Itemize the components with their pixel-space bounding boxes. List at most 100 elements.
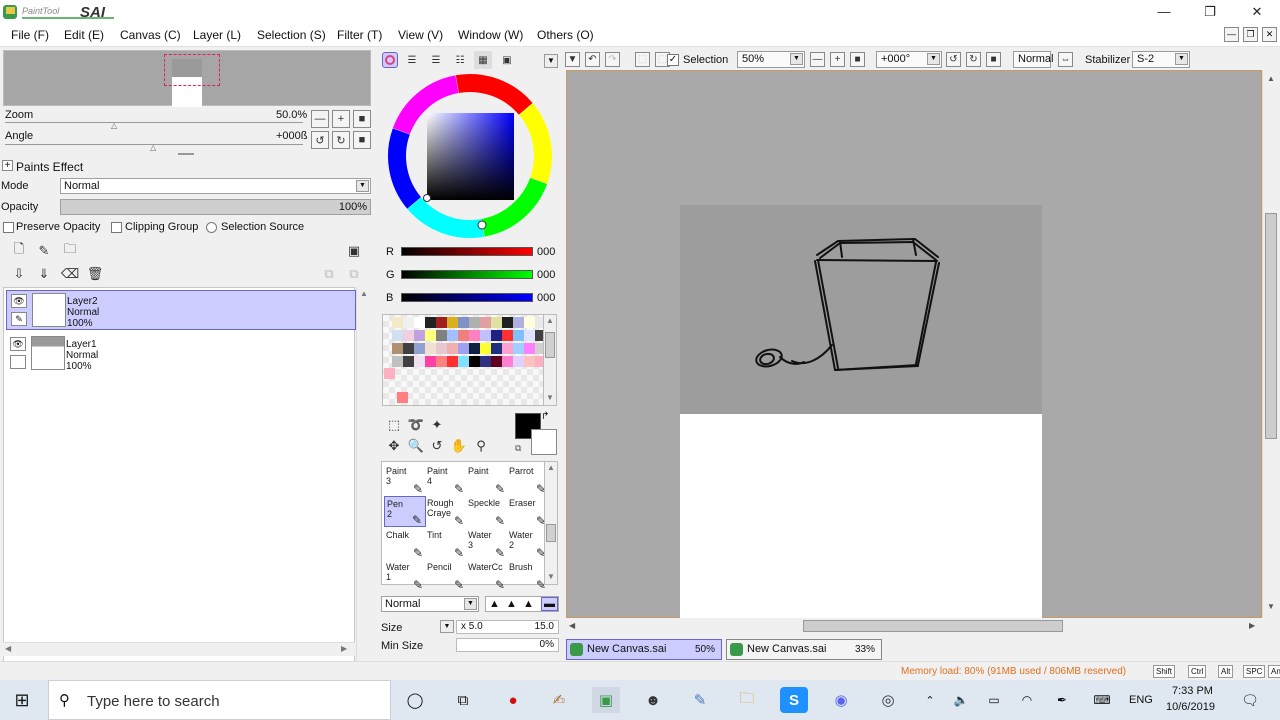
doc-close-button[interactable]: ✕ xyxy=(1262,27,1277,42)
menu-filter[interactable]: Filter (T) xyxy=(337,28,382,42)
color-swatch[interactable] xyxy=(392,317,403,328)
layer-row[interactable]: 👁 ✎ Layer2 Normal 100% xyxy=(6,290,356,330)
wifi-icon[interactable]: ◠ xyxy=(1013,687,1041,713)
rgb-slider-tab[interactable]: ☰ xyxy=(403,51,421,69)
canvas-vscrollbar[interactable]: ▲ ▼ xyxy=(1262,70,1279,618)
tray-expand-icon[interactable]: ⌃ xyxy=(916,687,944,713)
menu-edit[interactable]: Edit (E) xyxy=(64,28,104,42)
lock-slot[interactable] xyxy=(10,355,26,369)
color-swatch[interactable] xyxy=(414,317,425,328)
color-swatch[interactable] xyxy=(447,343,458,354)
color-wheel-tab[interactable] xyxy=(382,52,398,68)
red-slider[interactable] xyxy=(401,247,533,256)
battery-icon[interactable]: ▭ xyxy=(980,687,1008,713)
color-swatch[interactable] xyxy=(491,317,502,328)
rotate-icon[interactable]: ↺ xyxy=(428,437,446,455)
tb-zoom-in[interactable]: + xyxy=(830,52,845,67)
color-swatch[interactable] xyxy=(414,330,425,341)
color-swatch[interactable] xyxy=(425,317,436,328)
swatches-tab[interactable]: ▦ xyxy=(474,51,492,69)
color-swatch[interactable] xyxy=(480,330,491,341)
new-linework-layer-icon[interactable]: ✎ xyxy=(35,242,53,260)
tb-rotate-right[interactable]: ↻ xyxy=(966,52,981,67)
pen-icon[interactable]: ✎ xyxy=(11,312,27,326)
brush-tool[interactable]: Paint 3 ✎ xyxy=(384,464,426,495)
menu-layer[interactable]: Layer (L) xyxy=(193,28,241,42)
color-swatch[interactable] xyxy=(491,343,502,354)
color-swatch[interactable] xyxy=(447,317,458,328)
color-swatch[interactable] xyxy=(480,317,491,328)
file-explorer-icon[interactable]: 🗀 xyxy=(733,687,761,713)
color-swatch[interactable] xyxy=(502,330,513,341)
paint-palette-icon[interactable]: ✎ xyxy=(686,687,714,713)
menu-window[interactable]: Window (W) xyxy=(458,28,523,42)
color-swatch[interactable] xyxy=(469,317,480,328)
flip-horizontal-button[interactable]: ⇔ xyxy=(1058,52,1073,67)
eyedropper-icon[interactable]: ⚲ xyxy=(472,437,490,455)
document-tab[interactable]: New Canvas.sai 33% xyxy=(726,639,882,660)
doc-minimize-button[interactable]: — xyxy=(1224,27,1239,42)
canvas-document[interactable] xyxy=(680,205,1042,621)
brush-tool[interactable]: Brush ✎ xyxy=(507,560,549,591)
deselect-button[interactable]: ⬚ xyxy=(635,52,650,67)
color-swatch[interactable] xyxy=(384,368,395,379)
color-swatch[interactable] xyxy=(447,330,458,341)
color-swatch[interactable] xyxy=(436,317,447,328)
merge-down-icon[interactable]: ⇓ xyxy=(35,265,53,283)
color-swatch[interactable] xyxy=(425,356,436,367)
color-swatch[interactable] xyxy=(524,330,535,341)
size-slider[interactable]: x 5.0 15.0 xyxy=(456,620,559,634)
volume-icon[interactable]: 🔈 xyxy=(947,687,975,713)
brush-tool[interactable]: Eraser ✎ xyxy=(507,496,549,527)
canvas-hscroll-thumb[interactable] xyxy=(803,620,1063,632)
color-swatch[interactable] xyxy=(458,356,469,367)
color-swatch[interactable] xyxy=(403,356,414,367)
layer-mode-dropdown[interactable]: Normal ▼ xyxy=(60,178,371,194)
color-swatch[interactable] xyxy=(480,343,491,354)
view-mode-box[interactable]: Normal xyxy=(1013,51,1053,68)
document-tab[interactable]: New Canvas.sai 50% xyxy=(566,639,722,660)
brush-tool[interactable]: Rough Craye ✎ xyxy=(425,496,467,527)
color-swatch[interactable] xyxy=(513,356,524,367)
color-swatch[interactable] xyxy=(397,392,408,403)
move-icon[interactable]: ✥ xyxy=(385,437,403,455)
color-swatch[interactable] xyxy=(447,356,458,367)
discord-icon[interactable]: ◉ xyxy=(827,687,855,713)
swatch-grid[interactable] xyxy=(382,314,546,406)
navigator-viewport[interactable] xyxy=(164,54,220,86)
layer-list-hscrollbar[interactable]: ◀ ▶ xyxy=(3,642,355,656)
menu-canvas[interactable]: Canvas (C) xyxy=(120,28,181,42)
color-swatch[interactable] xyxy=(425,343,436,354)
cortana-icon[interactable]: ◯ xyxy=(401,687,429,713)
layer-panel-options-icon[interactable]: ▣ xyxy=(345,242,363,260)
tb-zoom-out[interactable]: — xyxy=(810,52,825,67)
panel-splitter[interactable] xyxy=(178,153,194,155)
color-swatch[interactable] xyxy=(414,356,425,367)
brush-tool[interactable]: Water 2 ✎ xyxy=(507,528,549,559)
clock-time[interactable]: 7:33 PM xyxy=(1172,685,1213,697)
transparent-color-icon[interactable]: ⧉ xyxy=(515,443,521,454)
brush-tool[interactable]: Water 1 ✎ xyxy=(384,560,426,591)
expand-icon[interactable]: + xyxy=(2,160,13,171)
color-swatch[interactable] xyxy=(425,330,436,341)
color-swatch[interactable] xyxy=(502,356,513,367)
color-swatch[interactable] xyxy=(502,317,513,328)
color-swatch[interactable] xyxy=(403,317,414,328)
color-swatch[interactable] xyxy=(524,356,535,367)
color-swatch[interactable] xyxy=(392,343,403,354)
eye-icon[interactable]: 👁 xyxy=(11,294,27,308)
color-swatch[interactable] xyxy=(458,330,469,341)
menu-selection[interactable]: Selection (S) xyxy=(257,28,326,42)
color-swatch[interactable] xyxy=(436,330,447,341)
zoom-in-button[interactable]: + xyxy=(332,110,350,128)
hand-icon[interactable]: ✋ xyxy=(450,437,468,455)
brush-tool[interactable]: Chalk ✎ xyxy=(384,528,426,559)
blue-slider[interactable] xyxy=(401,293,533,302)
undo-button[interactable]: ↶ xyxy=(585,52,600,67)
color-swatch[interactable] xyxy=(469,343,480,354)
skype-icon[interactable]: S xyxy=(780,687,808,713)
panel-menu-button[interactable]: ▼ xyxy=(544,54,558,68)
tb-menu-button[interactable]: ▼ xyxy=(565,52,580,67)
transfer-down-icon[interactable]: ⇩ xyxy=(10,265,28,283)
color-swatch[interactable] xyxy=(524,317,535,328)
